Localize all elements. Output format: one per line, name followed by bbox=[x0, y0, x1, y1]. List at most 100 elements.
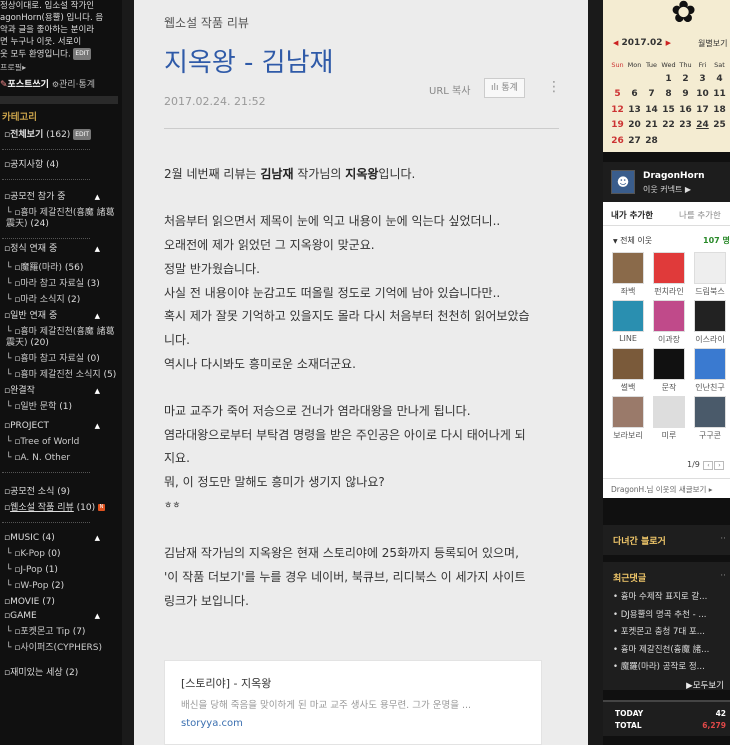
category-item[interactable]: └ ▫흉마 참고 자료실 (0) bbox=[0, 354, 118, 365]
collapse-icon[interactable]: ▲ bbox=[95, 421, 100, 432]
category-item[interactable]: └ ▫Tree of World bbox=[0, 437, 118, 448]
calendar-day[interactable]: 17 bbox=[694, 102, 711, 118]
tab-added-me[interactable]: 나를 추가한 bbox=[679, 209, 721, 221]
category-item[interactable]: ▫PROJECT ▲ bbox=[0, 421, 118, 432]
collapse-icon[interactable]: ▲ bbox=[95, 533, 100, 544]
category-item[interactable]: └ ▫마라 참고 자료실 (3) bbox=[0, 279, 118, 290]
category-item[interactable]: ▫MOVIE (7) bbox=[0, 597, 118, 608]
neighbor-item[interactable]: 드림북스 bbox=[693, 252, 727, 297]
calendar-day[interactable]: 13 bbox=[626, 102, 643, 118]
prev-month-icon[interactable]: ◀ bbox=[613, 39, 618, 47]
recent-comment-item[interactable]: • 魔羅(마라) 공작로 정... bbox=[603, 659, 730, 677]
neighbor-item[interactable]: 이과장 bbox=[652, 300, 686, 345]
neighbor-item[interactable]: 보라보리 bbox=[611, 396, 645, 441]
next-page-icon[interactable]: › bbox=[714, 461, 725, 470]
view-all-comments-button[interactable]: ▶모두보기 bbox=[603, 679, 730, 691]
calendar-day[interactable]: 2 bbox=[677, 71, 694, 87]
neighbor-item[interactable]: 구구콘 bbox=[693, 396, 727, 441]
calendar-day[interactable]: 26 bbox=[609, 133, 626, 149]
neighbor-all-dropdown[interactable]: ▼ 전체 이웃 bbox=[613, 235, 652, 246]
neighbor-item[interactable]: 문작 bbox=[652, 348, 686, 393]
stats-button[interactable]: ılı 통계 bbox=[484, 78, 525, 98]
calendar-day[interactable]: 6 bbox=[626, 87, 643, 103]
recent-comment-item[interactable]: • DJ용뿔의 명곡 추천 - ... bbox=[603, 607, 730, 625]
collapse-icon[interactable]: ▲ bbox=[95, 192, 100, 203]
category-item[interactable]: ▫공지사항 (4) bbox=[0, 160, 118, 171]
category-item[interactable]: ▫완결작 ▲ bbox=[0, 386, 118, 397]
collapse-icon[interactable]: ▲ bbox=[95, 244, 100, 255]
url-copy-button[interactable]: URL 복사 bbox=[429, 82, 470, 97]
calendar-day[interactable]: 4 bbox=[711, 71, 728, 87]
calendar-day[interactable]: 19 bbox=[609, 118, 626, 134]
calendar-day[interactable]: 27 bbox=[626, 133, 643, 149]
calendar-day[interactable]: 5 bbox=[609, 87, 626, 103]
profile-link[interactable]: 프로필▸ bbox=[0, 62, 118, 73]
neighbor-item[interactable]: 이스라이 bbox=[693, 300, 727, 345]
next-month-icon[interactable]: ▶ bbox=[666, 39, 671, 47]
category-item[interactable]: └ ▫사이퍼즈(CYPHERS) bbox=[0, 643, 118, 654]
calendar-day[interactable]: 7 bbox=[643, 87, 660, 103]
category-edit-button[interactable]: EDIT bbox=[73, 129, 92, 140]
calendar-day[interactable]: 22 bbox=[660, 118, 677, 134]
calendar-day[interactable]: 15 bbox=[660, 102, 677, 118]
monthly-view-link[interactable]: 월별보기 bbox=[698, 38, 727, 49]
calendar-day[interactable]: 25 bbox=[711, 118, 728, 134]
category-item[interactable]: └ ▫W-Pop (2) bbox=[0, 581, 118, 592]
category-item[interactable]: ▫GAME ▲ bbox=[0, 611, 118, 622]
calendar-day[interactable]: 1 bbox=[660, 71, 677, 87]
category-item[interactable]: ▫일반 연재 중 ▲ bbox=[0, 311, 118, 322]
category-item[interactable]: └ ▫포켓몬고 Tip (7) bbox=[0, 627, 118, 638]
calendar-day[interactable]: 10 bbox=[694, 87, 711, 103]
category-item[interactable]: ▫공모전 소식 (9) bbox=[0, 487, 118, 498]
category-item[interactable]: ▫MUSIC (4) ▲ bbox=[0, 533, 118, 544]
neighbor-item[interactable]: 미루 bbox=[652, 396, 686, 441]
calendar-day[interactable]: 20 bbox=[626, 118, 643, 134]
calendar-day[interactable]: 24 bbox=[694, 118, 711, 134]
calendar-day[interactable]: 21 bbox=[643, 118, 660, 134]
link-card[interactable]: [스토리야] - 지옥왕 배신을 당해 죽음을 맞이하게 된 마교 교주 생사도… bbox=[164, 660, 542, 745]
category-item[interactable]: └ ▫J-Pop (1) bbox=[0, 565, 118, 576]
neighbor-item[interactable]: 썰백 bbox=[611, 348, 645, 393]
calendar-day[interactable]: 16 bbox=[677, 102, 694, 118]
calendar-day[interactable]: 18 bbox=[711, 102, 728, 118]
collapse-icon[interactable]: ▲ bbox=[95, 611, 100, 622]
calendar-day[interactable]: 8 bbox=[660, 87, 677, 103]
post-title[interactable]: 지옥왕 - 김남재 bbox=[164, 42, 333, 79]
calendar-day[interactable]: 12 bbox=[609, 102, 626, 118]
category-item[interactable]: └ ▫魔羅(마라) (56) bbox=[0, 263, 118, 274]
category-item[interactable]: └ ▫일반 문학 (1) bbox=[0, 402, 118, 413]
category-item[interactable]: ▫웹소설 작품 리뷰 (10) N bbox=[0, 503, 118, 514]
tab-added-by-me[interactable]: 내가 추가한 bbox=[611, 209, 653, 221]
recent-comment-item[interactable]: • 흉마 수제작 표지로 갈... bbox=[603, 589, 730, 607]
category-item[interactable]: ▫공모전 참가 중 ▲ bbox=[0, 192, 118, 203]
collapse-icon[interactable]: ▲ bbox=[95, 311, 100, 322]
calendar-day[interactable]: 11 bbox=[711, 87, 728, 103]
more-menu-icon[interactable]: ⋮ bbox=[547, 78, 561, 96]
collapse-icon[interactable]: ▲ bbox=[95, 386, 100, 397]
category-item[interactable]: └ ▫마라 소식지 (2) bbox=[0, 295, 118, 306]
calendar-day[interactable]: 28 bbox=[643, 133, 660, 149]
neighbor-item[interactable]: 펀치라인 bbox=[652, 252, 686, 297]
category-item[interactable]: └ ▫A. N. Other bbox=[0, 453, 118, 464]
calendar-day[interactable]: 9 bbox=[677, 87, 694, 103]
calendar-day[interactable]: 23 bbox=[677, 118, 694, 134]
intro-edit-button[interactable]: EDIT bbox=[73, 48, 92, 60]
category-item[interactable]: ▫정식 연재 중 ▲ bbox=[0, 244, 118, 255]
calendar-day[interactable]: 14 bbox=[643, 102, 660, 118]
neighbor-owner-name[interactable]: DragonHorn bbox=[643, 171, 705, 181]
post-category[interactable]: 웹소설 작품 리뷰 bbox=[164, 14, 249, 31]
manage-link[interactable]: 관리 bbox=[59, 80, 76, 90]
recent-comment-item[interactable]: • 포켓몬고 충청 7대 포... bbox=[603, 624, 730, 642]
neighbor-new-posts-link[interactable]: DragonH.님 이웃의 새글보기 ▸ bbox=[603, 478, 730, 498]
neighbor-item[interactable]: LINE bbox=[611, 300, 645, 343]
visited-title[interactable]: 다녀간 블로거 ·· bbox=[603, 525, 730, 547]
neighbor-item[interactable]: 좌백 bbox=[611, 252, 645, 297]
category-item[interactable]: ▫전체보기 (162) EDIT bbox=[0, 129, 118, 141]
category-item[interactable]: ▫재미있는 세상 (2) bbox=[0, 668, 118, 679]
stats-link[interactable]: 통계 bbox=[78, 80, 95, 90]
prev-page-icon[interactable]: ‹ bbox=[703, 461, 714, 470]
category-item[interactable]: └ ▫흉마 제갈진천(흉魔 諸葛震天) (20) bbox=[0, 327, 118, 349]
neighbor-item[interactable]: 인난친구 bbox=[693, 348, 727, 393]
calendar-day[interactable]: 3 bbox=[694, 71, 711, 87]
category-item[interactable]: └ ▫K-Pop (0) bbox=[0, 549, 118, 560]
